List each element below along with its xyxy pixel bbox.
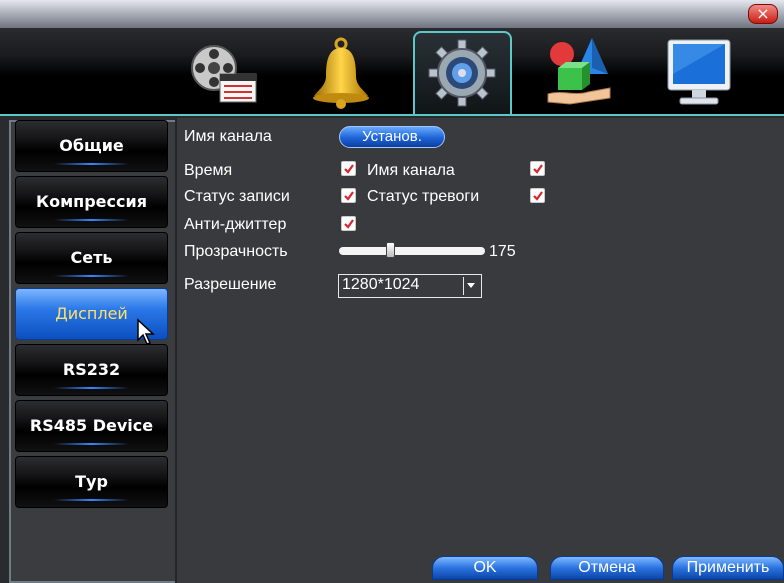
alarm-status-checkbox[interactable] <box>530 188 545 203</box>
sidebar-item-general[interactable]: Общие <box>15 120 168 172</box>
sidebar-item-label: RS232 <box>62 360 121 379</box>
checkmark-icon <box>533 191 543 201</box>
transparency-slider-thumb[interactable] <box>386 242 395 258</box>
sidebar-item-underline <box>54 163 129 165</box>
tools-icon[interactable] <box>540 34 618 112</box>
sidebar-item-underline <box>54 499 129 501</box>
time-checkbox[interactable] <box>341 161 356 176</box>
anti-jitter-checkbox[interactable] <box>341 216 356 231</box>
resolution-select[interactable]: 1280*1024 <box>338 274 482 298</box>
cancel-button[interactable]: Отмена <box>550 556 664 580</box>
sidebar-item-label: Дисплей <box>55 304 128 323</box>
ok-button[interactable]: OK <box>432 556 538 580</box>
channel-name-label: Имя канала <box>184 128 272 145</box>
record-icon[interactable] <box>184 34 262 112</box>
record-status-checkbox[interactable] <box>341 188 356 203</box>
sidebar-item-label: Общие <box>59 136 124 155</box>
resolution-label: Разрешение <box>184 276 277 293</box>
resolution-selected-value: 1280*1024 <box>342 276 420 293</box>
checkmark-icon <box>344 219 354 229</box>
settings-window: × Общие Компрессия Сеть Дисплей RS232 RS… <box>0 0 784 583</box>
sidebar-item-label: RS485 Device <box>29 416 154 435</box>
close-button[interactable]: × <box>748 4 778 24</box>
sidebar-item-underline <box>54 387 129 389</box>
sidebar-item-underline <box>54 443 129 445</box>
alarm-bell-icon[interactable] <box>302 34 380 112</box>
sidebar-item-network[interactable]: Сеть <box>15 232 168 284</box>
mouse-cursor-icon <box>136 318 160 346</box>
checkmark-icon <box>344 164 354 174</box>
alarm-status-label: Статус тревоги <box>367 188 480 205</box>
chevron-down-icon[interactable] <box>463 277 479 295</box>
time-label: Время <box>184 162 233 179</box>
channel-name-overlay-checkbox[interactable] <box>530 161 545 176</box>
sidebar-item-label: Компрессия <box>36 192 147 211</box>
checkmark-icon <box>533 164 543 174</box>
checkmark-icon <box>344 191 354 201</box>
sidebar-item-tour[interactable]: Тур <box>15 456 168 508</box>
sidebar-item-compression[interactable]: Компрессия <box>15 176 168 228</box>
monitor-icon[interactable] <box>660 34 738 112</box>
sidebar-item-rs232[interactable]: RS232 <box>15 344 168 396</box>
sidebar-item-underline <box>54 275 129 277</box>
sidebar-item-label: Тур <box>75 472 108 491</box>
transparency-value: 175 <box>489 243 516 260</box>
settings-gear-icon[interactable] <box>423 34 501 112</box>
channel-name-overlay-label: Имя канала <box>367 162 455 179</box>
sidebar-item-label: Сеть <box>70 248 113 267</box>
record-status-label: Статус записи <box>184 188 290 205</box>
set-channel-name-button[interactable]: Установ. <box>339 126 445 148</box>
title-bar: × <box>0 0 784 28</box>
sidebar-item-rs485[interactable]: RS485 Device <box>15 400 168 452</box>
anti-jitter-label: Анти-джиттер <box>184 216 287 233</box>
sidebar-item-underline <box>54 219 129 221</box>
transparency-slider[interactable] <box>339 247 485 255</box>
apply-button[interactable]: Применить <box>672 556 784 580</box>
transparency-label: Прозрачность <box>184 243 288 260</box>
